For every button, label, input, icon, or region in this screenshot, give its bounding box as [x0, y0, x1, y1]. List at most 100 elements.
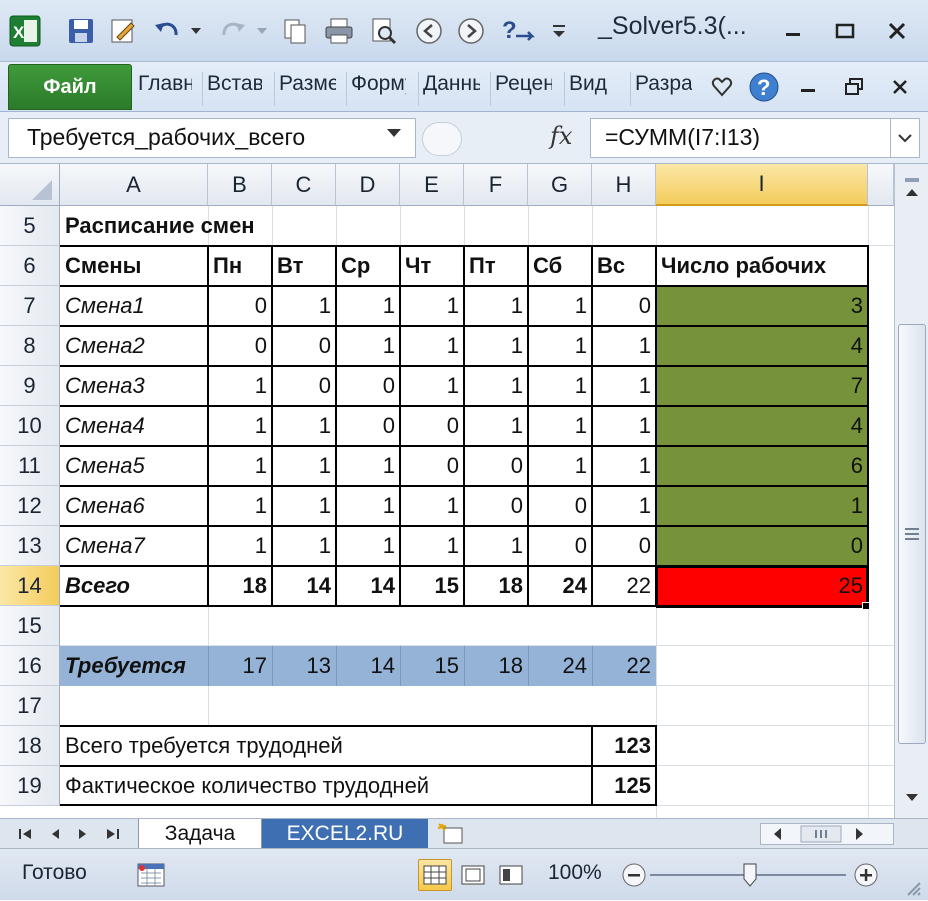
last-sheet-icon[interactable] — [102, 823, 124, 845]
shift-day-cell[interactable]: 1 — [400, 326, 464, 366]
shift-day-cell[interactable]: 1 — [336, 526, 400, 566]
workers-count-cell[interactable]: 1 — [656, 486, 868, 526]
excel-logo-icon[interactable]: X — [8, 14, 42, 48]
shift-name[interactable]: Смена3 — [60, 366, 208, 406]
shift-day-cell[interactable]: 0 — [464, 486, 528, 526]
resize-grip-icon[interactable] — [900, 873, 924, 901]
column-header-j[interactable] — [868, 164, 894, 206]
row-header-18[interactable]: 18 — [0, 726, 60, 766]
save-icon[interactable] — [64, 14, 98, 48]
row-header-6[interactable]: 6 — [0, 246, 60, 286]
tab-view[interactable]: Вид — [564, 72, 622, 106]
row-header-9[interactable]: 9 — [0, 366, 60, 406]
schedule-title[interactable]: Расписание смен — [60, 206, 360, 246]
sheet-tab-task[interactable]: Задача — [138, 819, 262, 849]
first-sheet-icon[interactable] — [14, 823, 36, 845]
shift-day-cell[interactable]: 1 — [272, 486, 336, 526]
shift-name[interactable]: Смена7 — [60, 526, 208, 566]
row-header-17[interactable]: 17 — [0, 686, 60, 726]
workers-count-cell[interactable]: 3 — [656, 286, 868, 326]
row-header-14[interactable]: 14 — [0, 566, 60, 606]
minimize-icon[interactable] — [776, 14, 810, 48]
tab-data[interactable]: Данные — [418, 72, 480, 106]
undo-dropdown-icon[interactable] — [186, 14, 206, 48]
shift-day-cell[interactable]: 1 — [272, 286, 336, 326]
select-all-corner[interactable] — [0, 164, 60, 206]
column-header-c[interactable]: C — [272, 164, 336, 206]
required-label[interactable]: Требуется — [60, 646, 208, 686]
required-day-cell[interactable]: 18 — [464, 646, 528, 686]
zoom-in-icon[interactable] — [852, 861, 880, 889]
total-label[interactable]: Всего — [60, 566, 208, 606]
summary-actual-label[interactable]: Фактическое количество трудодней — [60, 766, 592, 806]
shift-day-cell[interactable]: 0 — [592, 286, 656, 326]
copy-icon[interactable] — [278, 14, 312, 48]
shift-day-cell[interactable]: 0 — [528, 486, 592, 526]
close-icon[interactable] — [880, 14, 914, 48]
required-day-cell[interactable]: 14 — [336, 646, 400, 686]
macro-record-icon[interactable] — [134, 861, 168, 889]
total-day-cell[interactable]: 18 — [464, 566, 528, 606]
shift-day-cell[interactable]: 1 — [464, 406, 528, 446]
column-header-d[interactable]: D — [336, 164, 400, 206]
required-day-cell[interactable]: 24 — [528, 646, 592, 686]
shift-day-cell[interactable]: 1 — [400, 366, 464, 406]
shift-day-cell[interactable]: 0 — [400, 446, 464, 486]
summary-required-label[interactable]: Всего требуется трудодней — [60, 726, 592, 766]
print-icon[interactable] — [322, 14, 356, 48]
total-day-cell[interactable]: 22 — [592, 566, 656, 606]
total-day-cell[interactable]: 14 — [272, 566, 336, 606]
insert-sheet-icon[interactable] — [434, 821, 468, 847]
header-workers[interactable]: Число рабочих — [656, 246, 868, 286]
header-day-sun[interactable]: Вс — [592, 246, 656, 286]
total-day-cell[interactable]: 15 — [400, 566, 464, 606]
shift-day-cell[interactable]: 0 — [208, 286, 272, 326]
workers-count-cell[interactable]: 0 — [656, 526, 868, 566]
shift-day-cell[interactable]: 1 — [208, 366, 272, 406]
shift-day-cell[interactable]: 1 — [464, 526, 528, 566]
shift-day-cell[interactable]: 1 — [400, 286, 464, 326]
shift-name[interactable]: Смена2 — [60, 326, 208, 366]
worksheet-grid[interactable]: A B C D E F G H I 5 6 7 8 9 10 11 12 13 … — [0, 164, 894, 818]
summary-actual-value[interactable]: 125 — [592, 766, 656, 806]
shift-day-cell[interactable]: 0 — [272, 366, 336, 406]
tab-insert[interactable]: Вставка — [202, 72, 262, 106]
shift-day-cell[interactable]: 1 — [272, 526, 336, 566]
shift-day-cell[interactable]: 0 — [528, 526, 592, 566]
required-day-cell[interactable]: 22 — [592, 646, 656, 686]
column-header-e[interactable]: E — [400, 164, 464, 206]
summary-required-value[interactable]: 123 — [592, 726, 656, 766]
print-preview-icon[interactable] — [366, 14, 400, 48]
next-sheet-icon[interactable] — [72, 823, 94, 845]
header-shifts[interactable]: Смены — [60, 246, 208, 286]
shift-day-cell[interactable]: 1 — [464, 366, 528, 406]
workers-count-cell[interactable]: 6 — [656, 446, 868, 486]
shift-day-cell[interactable]: 0 — [336, 406, 400, 446]
shift-day-cell[interactable]: 1 — [208, 446, 272, 486]
header-day-mon[interactable]: Пн — [208, 246, 272, 286]
customize-toolbar-icon[interactable] — [546, 14, 572, 48]
column-header-f[interactable]: F — [464, 164, 528, 206]
vertical-scroll-thumb[interactable] — [898, 324, 926, 744]
row-header-19[interactable]: 19 — [0, 766, 60, 806]
forward-icon[interactable] — [454, 14, 488, 48]
required-day-cell[interactable]: 15 — [400, 646, 464, 686]
name-box[interactable]: Требуется_рабочих_всего — [8, 118, 416, 158]
help-icon[interactable]: ? — [746, 70, 782, 104]
formula-bar-splitter[interactable] — [422, 122, 462, 156]
workers-count-cell[interactable]: 4 — [656, 326, 868, 366]
header-day-sat[interactable]: Сб — [528, 246, 592, 286]
row-header-5[interactable]: 5 — [0, 206, 60, 246]
shift-day-cell[interactable]: 1 — [336, 486, 400, 526]
name-box-dropdown-icon[interactable] — [386, 126, 402, 144]
shift-day-cell[interactable]: 0 — [464, 446, 528, 486]
shift-day-cell[interactable]: 1 — [528, 286, 592, 326]
zoom-out-icon[interactable] — [620, 861, 648, 889]
required-day-cell[interactable]: 17 — [208, 646, 272, 686]
fill-handle[interactable] — [862, 602, 870, 610]
header-day-wed[interactable]: Ср — [336, 246, 400, 286]
shift-day-cell[interactable]: 1 — [272, 406, 336, 446]
tab-page-layout[interactable]: Разметка — [274, 72, 336, 106]
header-day-tue[interactable]: Вт — [272, 246, 336, 286]
edit-icon[interactable] — [106, 14, 140, 48]
